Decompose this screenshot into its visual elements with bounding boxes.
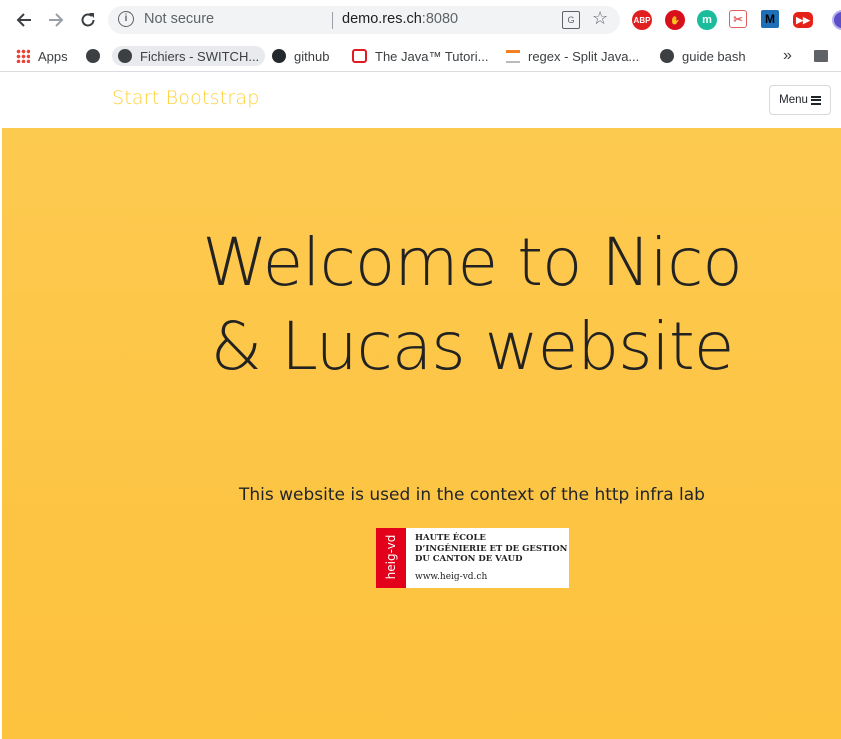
logo-website: www.heig-vd.ch (415, 572, 488, 582)
url-host: demo.res.ch (342, 11, 422, 27)
menu-button[interactable]: Menu (769, 85, 831, 115)
hamburger-icon (810, 95, 821, 105)
oracle-icon (352, 49, 367, 63)
logo-vertical-text: heig-vd (384, 534, 398, 580)
translate-icon[interactable]: G (562, 11, 580, 29)
menu-label: Menu (779, 94, 808, 106)
hero-subline: This website is used in the context of t… (239, 485, 705, 505)
profile-avatar-icon[interactable] (832, 10, 841, 30)
overflow-chevron-icon: » (783, 47, 792, 64)
bookmark-label: Apps (38, 48, 68, 64)
bookmark-label: github (294, 48, 330, 64)
security-label: Not secure (144, 11, 215, 27)
bookmark-label: Fichiers - SWITCH... (140, 48, 260, 64)
mercury-extension-icon[interactable]: m (697, 10, 717, 30)
web-page: Start Bootstrap Menu Welcome to Nico & L… (2, 72, 841, 739)
bookmark-label: The Java™ Tutori... (375, 48, 489, 64)
globe-icon (86, 49, 100, 63)
bookmark-label: guide bash (682, 48, 746, 64)
logo-school-name: HAUTE ÉCOLE D’INGÉNIERIE ET DE GESTION D… (415, 533, 567, 565)
heig-vd-logo-mark: heig-vd (376, 528, 406, 588)
bookmark-regex[interactable]: regex - Split Java... (506, 46, 639, 66)
site-navbar: Start Bootstrap Menu (2, 72, 841, 128)
bookmark-apps[interactable]: Apps (16, 46, 68, 66)
adblock-extension-icon[interactable]: ABP (632, 10, 652, 30)
folder-icon (814, 50, 828, 62)
url-text[interactable]: demo.res.ch:8080 (342, 11, 458, 27)
bookmark-java-tutorial[interactable]: The Java™ Tutori... (352, 46, 488, 66)
stackoverflow-icon (506, 49, 520, 63)
logo-line-1: HAUTE ÉCOLE (415, 533, 486, 543)
bookmark-globe[interactable] (86, 46, 108, 66)
arrow-right-icon (49, 13, 64, 27)
back-button[interactable] (12, 8, 36, 32)
bookmark-folder[interactable] (814, 46, 836, 66)
globe-icon (660, 49, 674, 63)
globe-icon (118, 49, 132, 63)
bookmarks-overflow-button[interactable]: » (783, 46, 792, 66)
url-port: :8080 (421, 11, 459, 27)
screenshot-extension-icon[interactable]: ✂ (729, 10, 747, 28)
apps-grid-icon (16, 49, 30, 63)
github-icon (272, 49, 286, 63)
stop-hand-extension-icon[interactable]: ✋ (665, 10, 685, 30)
arrow-left-icon (16, 13, 31, 27)
address-bar[interactable]: i Not secure demo.res.ch:8080 G ☆ (108, 6, 620, 34)
heig-vd-logo: heig-vd HAUTE ÉCOLE D’INGÉNIERIE ET DE G… (376, 528, 569, 588)
bookmark-label: regex - Split Java... (528, 48, 640, 64)
bookmark-star-icon[interactable]: ☆ (592, 8, 608, 29)
hero-headline: Welcome to Nico & Lucas website (202, 224, 743, 385)
bookmarks-bar: Apps Fichiers - SWITCH... github The Jav… (0, 40, 841, 72)
reload-icon (81, 13, 95, 27)
logo-line-3: DU CANTON DE VAUD (415, 554, 523, 564)
hero-section: Welcome to Nico & Lucas website This web… (2, 128, 841, 739)
bookmark-guide-bash[interactable]: guide bash (660, 46, 746, 66)
forward-button[interactable] (44, 8, 68, 32)
info-icon[interactable]: i (118, 11, 134, 27)
browser-toolbar: i Not secure demo.res.ch:8080 G ☆ ABP ✋ … (0, 0, 841, 40)
bookmark-fichiers-switch[interactable]: Fichiers - SWITCH... (112, 46, 266, 66)
logo-line-2: D’INGÉNIERIE ET DE GESTION (415, 543, 568, 554)
reload-button[interactable] (76, 8, 100, 32)
mendeley-extension-icon[interactable]: M (761, 10, 779, 28)
youtube-extension-icon[interactable]: ▶▶ (793, 12, 813, 28)
address-divider (332, 12, 333, 29)
bookmark-github[interactable]: github (272, 46, 329, 66)
navbar-brand[interactable]: Start Bootstrap (112, 87, 259, 109)
